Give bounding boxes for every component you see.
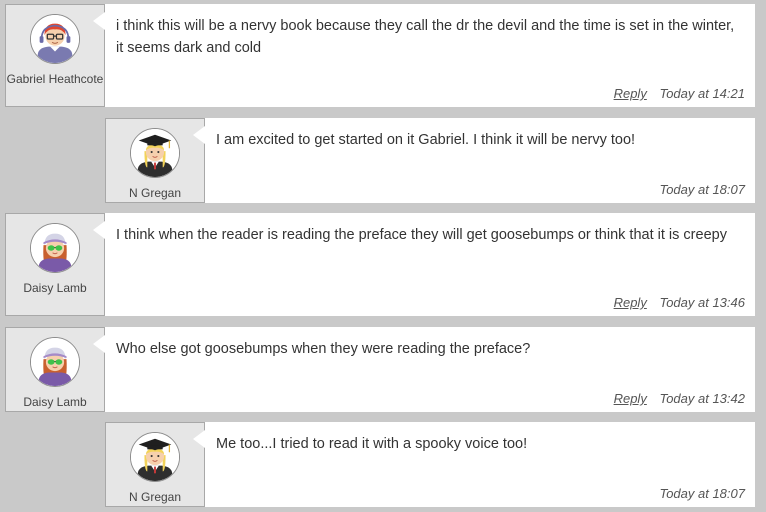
comment: Daisy Lamb I think when the reader is re… (5, 213, 755, 316)
speech-pointer (93, 12, 105, 30)
timestamp: Today at 18:07 (659, 486, 745, 501)
comment-text: I am excited to get started on it Gabrie… (216, 132, 636, 148)
comment: Daisy Lamb Who else got goosebumps when … (5, 327, 755, 412)
timestamp: Today at 14:21 (659, 86, 745, 101)
comment-body: Who else got goosebumps when they were r… (93, 327, 755, 412)
comment-body: Me too...I tried to read it with a spook… (193, 422, 755, 507)
comment-thread: Gabriel Heathcote i think this will be a… (0, 0, 766, 512)
comment-text: i think this will be a nervy book becaus… (116, 18, 735, 56)
comment-reply: N Gregan I am excited to get started on … (105, 118, 755, 203)
timestamp: Today at 13:42 (659, 391, 745, 406)
comment-text: Me too...I tried to read it with a spook… (216, 436, 528, 452)
student-boy-glasses-icon (30, 14, 80, 64)
comment-author: N Gregan (105, 118, 205, 203)
graduate-teacher-icon (130, 128, 180, 178)
timestamp: Today at 13:46 (659, 295, 745, 310)
comment-meta: Today at 18:07 (659, 486, 745, 501)
author-name: N Gregan (128, 490, 182, 504)
comment-author: N Gregan (105, 422, 205, 507)
author-name: Daisy Lamb (23, 395, 87, 409)
comment-body: i think this will be a nervy book becaus… (93, 4, 755, 107)
comment-meta: Today at 18:07 (659, 182, 745, 197)
comment-author: Gabriel Heathcote (5, 4, 105, 107)
timestamp: Today at 18:07 (659, 182, 745, 197)
speech-pointer (93, 335, 105, 353)
comment-meta: Reply Today at 13:46 (614, 295, 745, 310)
comment-author: Daisy Lamb (5, 213, 105, 316)
comment-meta: Reply Today at 14:21 (614, 86, 745, 101)
author-name: Gabriel Heathcote (6, 72, 104, 86)
comment-author: Daisy Lamb (5, 327, 105, 412)
student-girl-sunglasses-icon (30, 337, 80, 387)
comment-body: I am excited to get started on it Gabrie… (193, 118, 755, 203)
comment-text: Who else got goosebumps when they were r… (116, 341, 531, 357)
speech-pointer (193, 126, 205, 144)
comment-text: I think when the reader is reading the p… (116, 227, 727, 243)
reply-link[interactable]: Reply (614, 295, 647, 310)
author-name: Daisy Lamb (23, 281, 87, 295)
comment: Gabriel Heathcote i think this will be a… (5, 4, 755, 107)
graduate-teacher-icon (130, 432, 180, 482)
comment-body: I think when the reader is reading the p… (93, 213, 755, 316)
speech-pointer (93, 221, 105, 239)
reply-link[interactable]: Reply (614, 391, 647, 406)
author-name: N Gregan (128, 186, 182, 200)
comment-reply: N Gregan Me too...I tried to read it wit… (105, 422, 755, 507)
student-girl-sunglasses-icon (30, 223, 80, 273)
speech-pointer (193, 430, 205, 448)
reply-link[interactable]: Reply (614, 86, 647, 101)
comment-meta: Reply Today at 13:42 (614, 391, 745, 406)
